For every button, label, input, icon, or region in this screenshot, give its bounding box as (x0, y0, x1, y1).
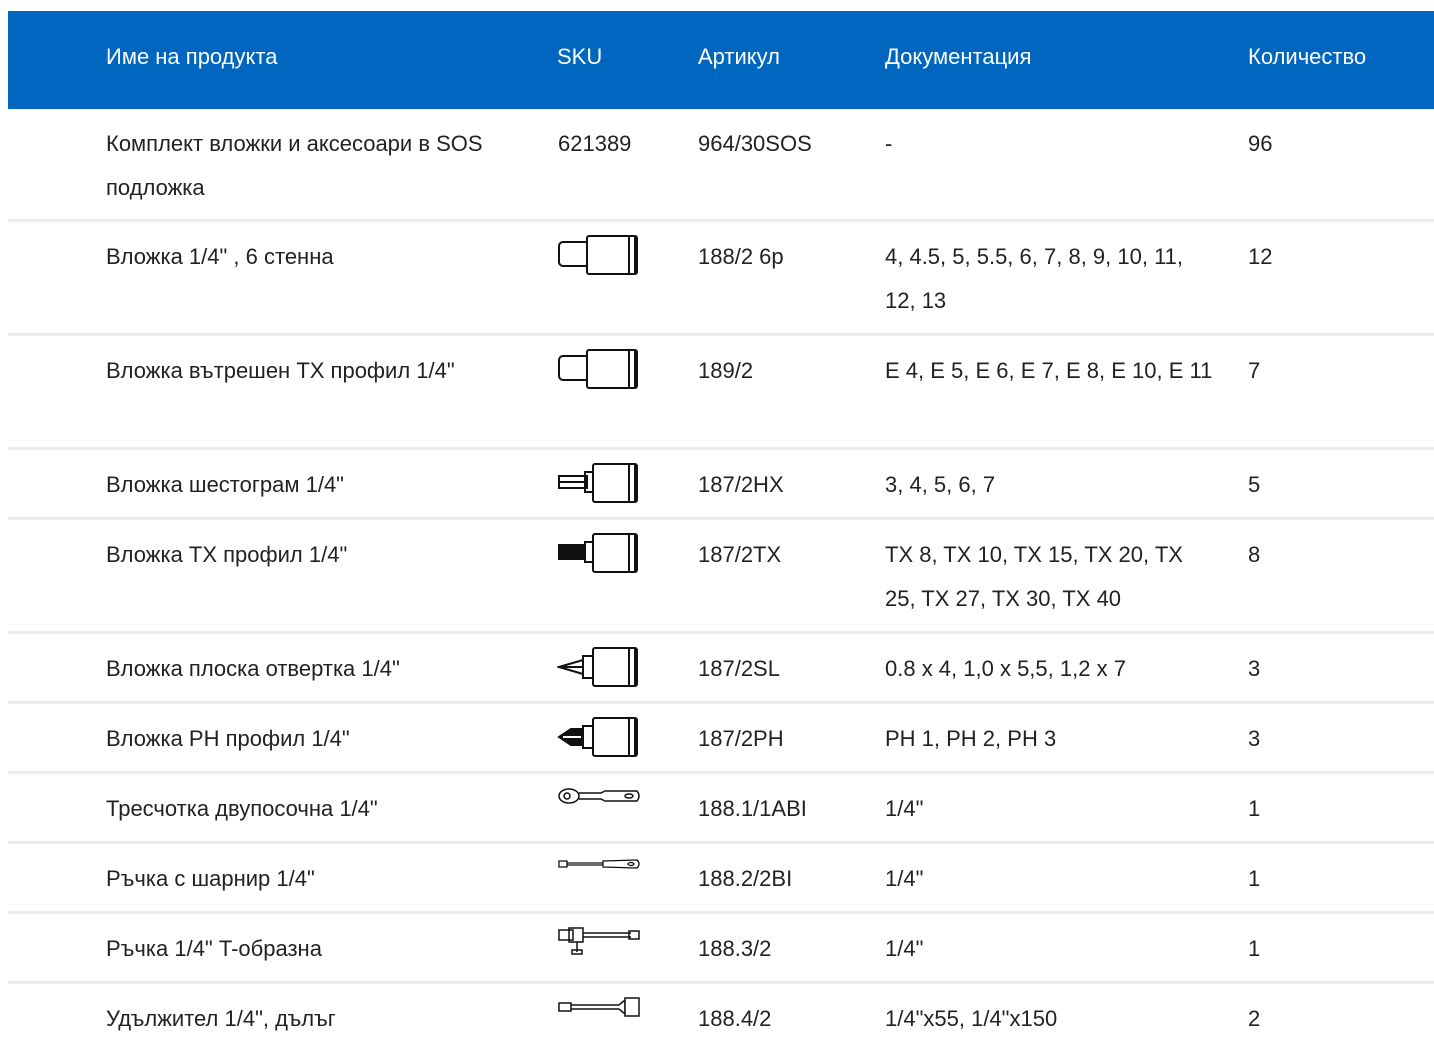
ratchet-icon (557, 784, 641, 808)
product-article: 187/2PH (698, 726, 784, 751)
product-documentation: 4, 4.5, 5, 5.5, 6, 7, 8, 9, 10, 11, 12, … (885, 244, 1184, 313)
product-article: 188.3/2 (698, 936, 772, 961)
product-quantity: 2 (1248, 1006, 1261, 1031)
tx-socket-icon (557, 348, 641, 392)
table-row: Ръчка 1/4" T-образна 188.3/2 1/4" 1 (8, 914, 1434, 984)
slotted-bit-socket-icon (557, 646, 641, 690)
product-quantity: 1 (1248, 796, 1261, 821)
table-row: Ръчка с шарнир 1/4" 188.2/2BI 1/4" 1 (8, 844, 1434, 914)
hex-bit-socket-icon (557, 462, 641, 506)
tx-bit-socket-icon (557, 532, 641, 576)
product-article: 188.1/1ABI (698, 796, 807, 821)
t-handle-icon (557, 926, 641, 956)
column-header-documentation: Документация (885, 44, 1032, 69)
column-header-quantity: Количество (1248, 44, 1367, 69)
product-name: Вложка плоска отвертка 1/4" (106, 656, 400, 681)
product-name: Вложка PH профил 1/4" (106, 726, 350, 751)
product-name: Вложка 1/4" , 6 стенна (106, 244, 334, 269)
product-name: Комплект вложки и аксесоари в SOS подлож… (106, 131, 483, 200)
product-name: Вложка вътрешен TX профил 1/4" (106, 358, 455, 383)
table-row: Комплект вложки и аксесоари в SOS подлож… (8, 109, 1434, 222)
product-quantity: 96 (1248, 131, 1273, 156)
product-documentation: 1/4" (885, 936, 924, 961)
product-name: Удължител 1/4", дълъг (106, 1006, 336, 1031)
table-header: Име на продукта SKU Артикул Документация… (8, 11, 1434, 109)
table-row: Вложка TX профил 1/4" 187/2TX TX 8, TX 1… (8, 520, 1434, 634)
product-name: Тресчотка двупосочна 1/4" (106, 796, 378, 821)
product-article: 188.2/2BI (698, 866, 793, 891)
product-documentation: 3, 4, 5, 6, 7 (885, 472, 996, 497)
product-documentation: - (885, 131, 893, 156)
product-article: 188/2 6p (698, 244, 784, 269)
product-name: Ръчка 1/4" T-образна (106, 936, 322, 961)
product-quantity: 12 (1248, 244, 1273, 269)
product-documentation: 1/4"x55, 1/4"x150 (885, 1006, 1058, 1031)
product-quantity: 8 (1248, 542, 1261, 567)
product-table: Име на продукта SKU Артикул Документация… (8, 11, 1434, 1054)
table-row: Вложка плоска отвертка 1/4" 187/2SL 0.8 … (8, 634, 1434, 704)
product-name: Вложка шестограм 1/4" (106, 472, 344, 497)
table-row: Вложка вътрешен TX профил 1/4" 189/2 E 4… (8, 336, 1434, 450)
product-article: 189/2 (698, 358, 754, 383)
product-name: Ръчка с шарнир 1/4" (106, 866, 315, 891)
product-documentation: E 4, E 5, E 6, E 7, E 8, E 10, E 11 (885, 358, 1213, 383)
table-row: Тресчотка двупосочна 1/4" 188.1/1ABI 1/4… (8, 774, 1434, 844)
hinged-handle-icon (557, 854, 641, 874)
product-quantity: 5 (1248, 472, 1261, 497)
hex-socket-icon (557, 234, 641, 278)
product-documentation: PH 1, PH 2, PH 3 (885, 726, 1057, 751)
product-quantity: 1 (1248, 936, 1261, 961)
table-row: Вложка PH профил 1/4" 187/2PH PH 1, PH 2… (8, 704, 1434, 774)
product-sku: 621389 (558, 131, 632, 156)
column-header-name: Име на продукта (106, 44, 278, 69)
product-quantity: 3 (1248, 726, 1261, 751)
column-header-article: Артикул (698, 44, 781, 69)
product-article: 187/2TX (698, 542, 782, 567)
phillips-bit-socket-icon (557, 716, 641, 760)
table-row: Вложка 1/4" , 6 стенна 188/2 6p 4, 4.5, … (8, 222, 1434, 336)
product-documentation: 0.8 x 4, 1,0 x 5,5, 1,2 x 7 (885, 656, 1126, 681)
product-quantity: 7 (1248, 358, 1261, 383)
product-documentation: 1/4" (885, 866, 924, 891)
product-quantity: 3 (1248, 656, 1261, 681)
product-article: 187/2SL (698, 656, 780, 681)
table-row: Удължител 1/4", дълъг 188.4/2 1/4"x55, 1… (8, 984, 1434, 1054)
product-article: 187/2HX (698, 472, 784, 497)
product-article: 188.4/2 (698, 1006, 772, 1031)
column-header-sku: SKU (557, 44, 603, 69)
extension-bar-icon (557, 996, 641, 1020)
product-documentation: 1/4" (885, 796, 924, 821)
product-article: 964/30SOS (698, 131, 812, 156)
product-documentation: TX 8, TX 10, TX 15, TX 20, TX 25, TX 27,… (885, 542, 1183, 611)
table-row: Вложка шестограм 1/4" 187/2HX 3, 4, 5, 6… (8, 450, 1434, 520)
product-quantity: 1 (1248, 866, 1261, 891)
product-name: Вложка TX профил 1/4" (106, 542, 348, 567)
